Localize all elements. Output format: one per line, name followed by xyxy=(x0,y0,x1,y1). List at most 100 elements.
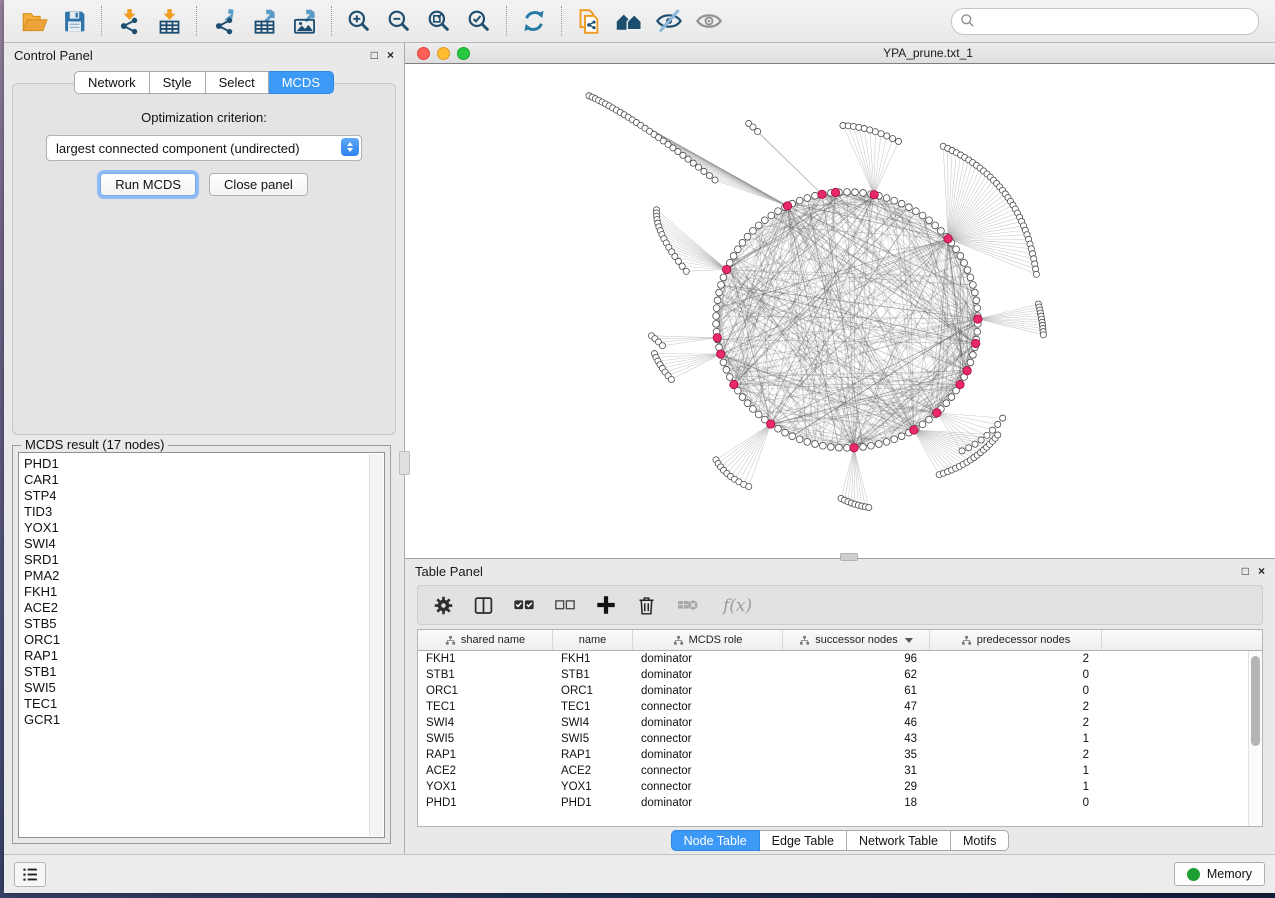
column-header-shared-name[interactable]: shared name xyxy=(418,630,553,650)
mcds-result-item[interactable]: STP4 xyxy=(24,488,384,504)
table-row[interactable]: STB1STB1dominator620 xyxy=(418,667,1262,683)
column-header-successor-nodes[interactable]: successor nodes xyxy=(783,630,930,650)
network-node[interactable] xyxy=(970,352,977,359)
zoom-fit-button[interactable] xyxy=(419,4,459,38)
network-leaf-node[interactable] xyxy=(959,448,965,454)
horizontal-splitter-grip[interactable] xyxy=(840,553,858,561)
table-mode-gear-icon[interactable] xyxy=(433,595,454,616)
network-node[interactable] xyxy=(750,227,757,234)
table-row[interactable]: YOX1YOX1connector291 xyxy=(418,779,1262,795)
network-leaf-node[interactable] xyxy=(872,129,878,135)
network-leaf-node[interactable] xyxy=(972,441,978,447)
network-leaf-node[interactable] xyxy=(884,133,890,139)
export-image-button[interactable] xyxy=(284,4,324,38)
network-node[interactable] xyxy=(868,442,875,449)
network-node[interactable] xyxy=(750,406,757,413)
minimize-window-icon[interactable] xyxy=(437,47,450,60)
network-hub-node[interactable] xyxy=(971,339,979,347)
network-hub-node[interactable] xyxy=(818,190,826,198)
apply-layout-button[interactable] xyxy=(514,4,554,38)
network-hub-node[interactable] xyxy=(944,235,952,243)
network-node[interactable] xyxy=(883,438,890,445)
maximize-window-icon[interactable] xyxy=(457,47,470,60)
table-row[interactable]: PHD1PHD1dominator180 xyxy=(418,795,1262,811)
export-table-button[interactable] xyxy=(244,4,284,38)
run-mcds-button[interactable]: Run MCDS xyxy=(100,173,196,196)
mcds-result-item[interactable]: STB5 xyxy=(24,616,384,632)
network-leaf-node[interactable] xyxy=(706,173,712,179)
network-node[interactable] xyxy=(932,222,939,229)
show-task-history-button[interactable] xyxy=(14,862,46,887)
mcds-result-item[interactable]: GCR1 xyxy=(24,712,384,728)
network-leaf-node[interactable] xyxy=(1000,415,1006,421)
network-node[interactable] xyxy=(961,260,968,267)
network-leaf-node[interactable] xyxy=(668,376,674,382)
network-node[interactable] xyxy=(739,239,746,246)
network-leaf-node[interactable] xyxy=(1033,271,1039,277)
network-node[interactable] xyxy=(836,444,843,451)
network-node[interactable] xyxy=(713,305,720,312)
network-node[interactable] xyxy=(974,305,981,312)
network-leaf-node[interactable] xyxy=(978,437,984,443)
mcds-result-item[interactable]: TEC1 xyxy=(24,696,384,712)
network-node[interactable] xyxy=(739,394,746,401)
network-node[interactable] xyxy=(775,208,782,215)
table-row[interactable]: ORC1ORC1dominator610 xyxy=(418,683,1262,699)
network-hub-node[interactable] xyxy=(974,315,982,323)
network-node[interactable] xyxy=(970,282,977,289)
network-node[interactable] xyxy=(898,433,905,440)
network-node[interactable] xyxy=(744,233,751,240)
duplicate-network-button[interactable] xyxy=(569,4,609,38)
network-hub-node[interactable] xyxy=(722,265,730,273)
network-node[interactable] xyxy=(720,274,727,281)
tab-network[interactable]: Network xyxy=(74,71,150,94)
network-node[interactable] xyxy=(964,267,971,274)
network-node[interactable] xyxy=(967,274,974,281)
network-hub-node[interactable] xyxy=(831,188,839,196)
network-leaf-node[interactable] xyxy=(690,160,696,166)
network-node[interactable] xyxy=(973,297,980,304)
mcds-result-item[interactable]: STB1 xyxy=(24,664,384,680)
network-node[interactable] xyxy=(820,442,827,449)
result-scrollbar[interactable] xyxy=(369,454,383,836)
network-hub-node[interactable] xyxy=(956,380,964,388)
table-row[interactable]: SWI4SWI4dominator462 xyxy=(418,715,1262,731)
network-node[interactable] xyxy=(812,192,819,199)
save-session-button[interactable] xyxy=(54,4,94,38)
network-leaf-node[interactable] xyxy=(1040,332,1046,338)
network-node[interactable] xyxy=(796,436,803,443)
sort-menu-icon[interactable] xyxy=(905,638,913,643)
table-row[interactable]: ACE2ACE2connector311 xyxy=(418,763,1262,779)
network-node[interactable] xyxy=(775,425,782,432)
network-node[interactable] xyxy=(876,441,883,448)
network-leaf-node[interactable] xyxy=(895,138,901,144)
zoom-in-button[interactable] xyxy=(339,4,379,38)
network-hub-node[interactable] xyxy=(870,191,878,199)
network-leaf-node[interactable] xyxy=(679,263,685,269)
network-leaf-node[interactable] xyxy=(696,164,702,170)
network-leaf-node[interactable] xyxy=(878,131,884,137)
column-header-name[interactable]: name xyxy=(553,630,633,650)
network-node[interactable] xyxy=(926,416,933,423)
column-header-mcds-role[interactable]: MCDS role xyxy=(633,630,783,650)
network-hub-node[interactable] xyxy=(783,202,791,210)
network-node[interactable] xyxy=(761,217,768,224)
deselect-all-icon[interactable] xyxy=(554,594,576,616)
mcds-result-item[interactable]: CAR1 xyxy=(24,472,384,488)
network-node[interactable] xyxy=(967,359,974,366)
close-panel-icon[interactable]: × xyxy=(387,49,394,61)
network-leaf-node[interactable] xyxy=(989,427,995,433)
network-node[interactable] xyxy=(789,433,796,440)
network-node[interactable] xyxy=(906,204,913,211)
close-window-icon[interactable] xyxy=(417,47,430,60)
network-leaf-node[interactable] xyxy=(701,168,707,174)
network-node[interactable] xyxy=(919,212,926,219)
network-hub-node[interactable] xyxy=(767,420,775,428)
add-column-icon[interactable] xyxy=(595,594,617,616)
network-node[interactable] xyxy=(730,253,737,260)
first-neighbors-button[interactable] xyxy=(609,4,649,38)
mcds-result-item[interactable]: YOX1 xyxy=(24,520,384,536)
export-network-button[interactable] xyxy=(204,4,244,38)
network-node[interactable] xyxy=(860,444,867,451)
network-node[interactable] xyxy=(957,253,964,260)
